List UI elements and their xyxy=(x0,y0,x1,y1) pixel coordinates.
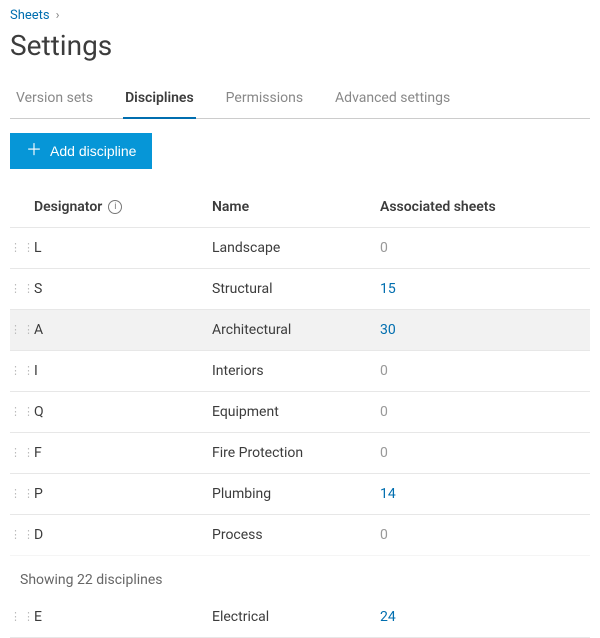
table-row[interactable]: ⋮⋮SStructural15 xyxy=(10,269,590,310)
plus-icon: ＋ xyxy=(26,143,42,159)
table-row[interactable]: ⋮⋮IInteriors0 xyxy=(10,351,590,392)
drag-handle-icon[interactable]: ⋮⋮ xyxy=(10,450,34,457)
cell-designator: L xyxy=(34,240,212,256)
drag-handle-icon[interactable]: ⋮⋮ xyxy=(10,409,34,416)
table-row[interactable]: ⋮⋮AArchitectural30 xyxy=(10,310,590,351)
tab-disciplines[interactable]: Disciplines xyxy=(123,80,196,118)
table-row[interactable]: ⋮⋮FFire Protection0 xyxy=(10,433,590,474)
cell-name: Equipment xyxy=(212,404,380,420)
cell-name: Architectural xyxy=(212,322,380,338)
cell-name: Fire Protection xyxy=(212,445,380,461)
cell-associated: 0 xyxy=(380,240,590,256)
add-discipline-label: Add discipline xyxy=(50,143,136,159)
cell-associated: 0 xyxy=(380,445,590,461)
tab-version-sets[interactable]: Version sets xyxy=(14,80,95,118)
table-row[interactable]: ⋮⋮PPlumbing14 xyxy=(10,474,590,515)
breadcrumb-root-link[interactable]: Sheets xyxy=(10,8,50,23)
cell-name: Landscape xyxy=(212,240,380,256)
drag-handle-icon[interactable]: ⋮⋮ xyxy=(10,491,34,498)
cell-name: Structural xyxy=(212,281,380,297)
cell-designator: D xyxy=(34,527,212,543)
drag-handle-icon[interactable]: ⋮⋮ xyxy=(10,245,34,252)
cell-associated[interactable]: 24 xyxy=(380,609,590,625)
cell-associated[interactable]: 14 xyxy=(380,486,590,502)
info-icon[interactable]: i xyxy=(108,200,122,214)
cell-designator: S xyxy=(34,281,212,297)
chevron-right-icon: › xyxy=(56,8,60,23)
drag-handle-icon[interactable]: ⋮⋮ xyxy=(10,327,34,334)
drag-handle-icon[interactable]: ⋮⋮ xyxy=(10,368,34,375)
cell-name: Process xyxy=(212,527,380,543)
cell-designator: I xyxy=(34,363,212,379)
add-discipline-button[interactable]: ＋ Add discipline xyxy=(10,133,152,169)
cell-associated: 0 xyxy=(380,363,590,379)
cell-name: Electrical xyxy=(212,609,380,625)
drag-handle-icon[interactable]: ⋮⋮ xyxy=(10,614,34,621)
table-footer: Showing 22 disciplines xyxy=(0,562,600,600)
cell-designator: P xyxy=(34,486,212,502)
cell-name: Plumbing xyxy=(212,486,380,502)
table-row[interactable]: ⋮⋮EElectrical24 xyxy=(10,597,590,638)
cell-designator: F xyxy=(34,445,212,461)
cell-associated: 0 xyxy=(380,527,590,543)
table-row[interactable]: ⋮⋮DProcess0 xyxy=(10,515,590,556)
table-row[interactable]: ⋮⋮LLandscape0 xyxy=(10,228,590,269)
drag-handle-icon[interactable]: ⋮⋮ xyxy=(10,286,34,293)
tabs: Version sets Disciplines Permissions Adv… xyxy=(10,80,590,119)
breadcrumb: Sheets › xyxy=(10,8,590,23)
tab-permissions[interactable]: Permissions xyxy=(224,80,305,118)
table-header: Designator i Name Associated sheets xyxy=(10,191,590,228)
table-row[interactable]: ⋮⋮QEquipment0 xyxy=(10,392,590,433)
drag-handle-icon[interactable]: ⋮⋮ xyxy=(10,532,34,539)
cell-associated[interactable]: 15 xyxy=(380,281,590,297)
cell-designator: A xyxy=(34,322,212,338)
cell-associated[interactable]: 30 xyxy=(380,322,590,338)
tab-advanced-settings[interactable]: Advanced settings xyxy=(333,80,452,118)
cell-name: Interiors xyxy=(212,363,380,379)
page-title: Settings xyxy=(10,29,590,62)
column-designator: Designator xyxy=(34,199,102,215)
column-name: Name xyxy=(212,199,380,215)
cell-associated: 0 xyxy=(380,404,590,420)
column-associated: Associated sheets xyxy=(380,199,590,215)
cell-designator: Q xyxy=(34,404,212,420)
cell-designator: E xyxy=(34,609,212,625)
